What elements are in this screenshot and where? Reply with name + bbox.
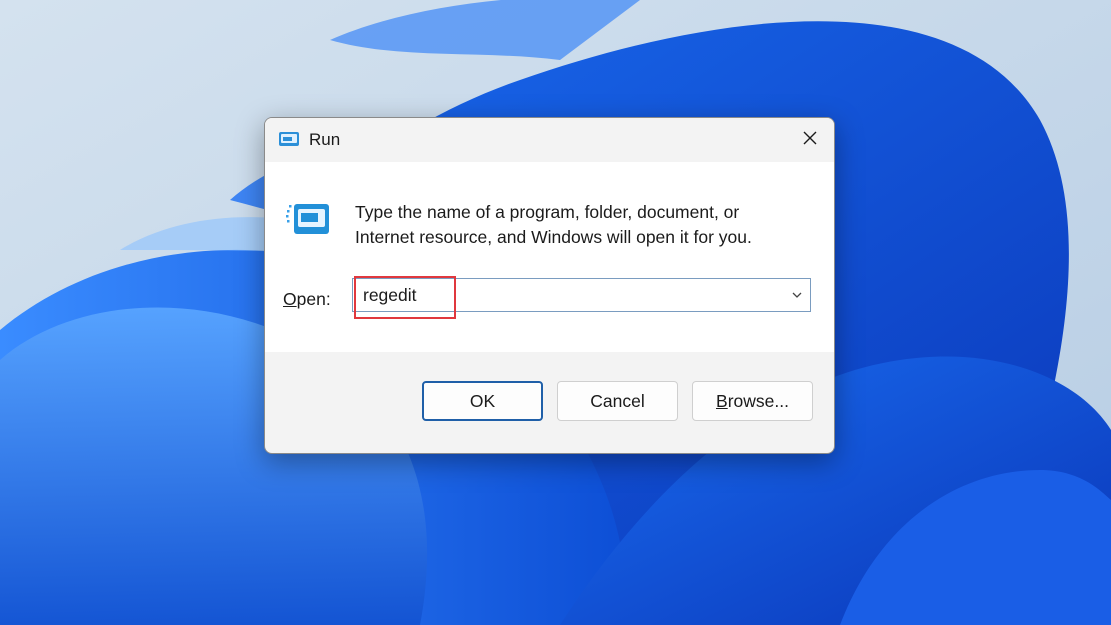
dialog-content: Type the name of a program, folder, docu… (265, 162, 834, 352)
run-program-icon (285, 202, 331, 238)
chevron-down-icon[interactable] (790, 288, 804, 302)
open-label-hotkey: O (283, 289, 297, 309)
close-button[interactable] (786, 118, 834, 162)
description-line-1: Type the name of a program, folder, docu… (355, 202, 740, 222)
open-label: Open: (283, 289, 331, 310)
run-dialog: Run Type the name of a program, folder, … (264, 117, 835, 454)
window-title: Run (309, 130, 341, 149)
browse-button[interactable]: Browse... (692, 381, 813, 421)
close-icon (802, 130, 818, 151)
open-label-text: pen: (296, 289, 331, 309)
cancel-button[interactable]: Cancel (557, 381, 678, 421)
ok-button[interactable]: OK (422, 381, 543, 421)
dialog-footer: OK Cancel Browse... (265, 352, 834, 453)
title-bar[interactable]: Run (265, 118, 834, 162)
browse-hotkey: B (716, 390, 728, 411)
open-combobox[interactable] (352, 278, 811, 312)
run-description: Type the name of a program, folder, docu… (355, 200, 795, 250)
browse-label: rowse... (727, 390, 789, 411)
run-icon (278, 131, 300, 149)
description-line-2: Internet resource, and Windows will open… (355, 227, 752, 247)
open-input[interactable] (359, 279, 787, 311)
